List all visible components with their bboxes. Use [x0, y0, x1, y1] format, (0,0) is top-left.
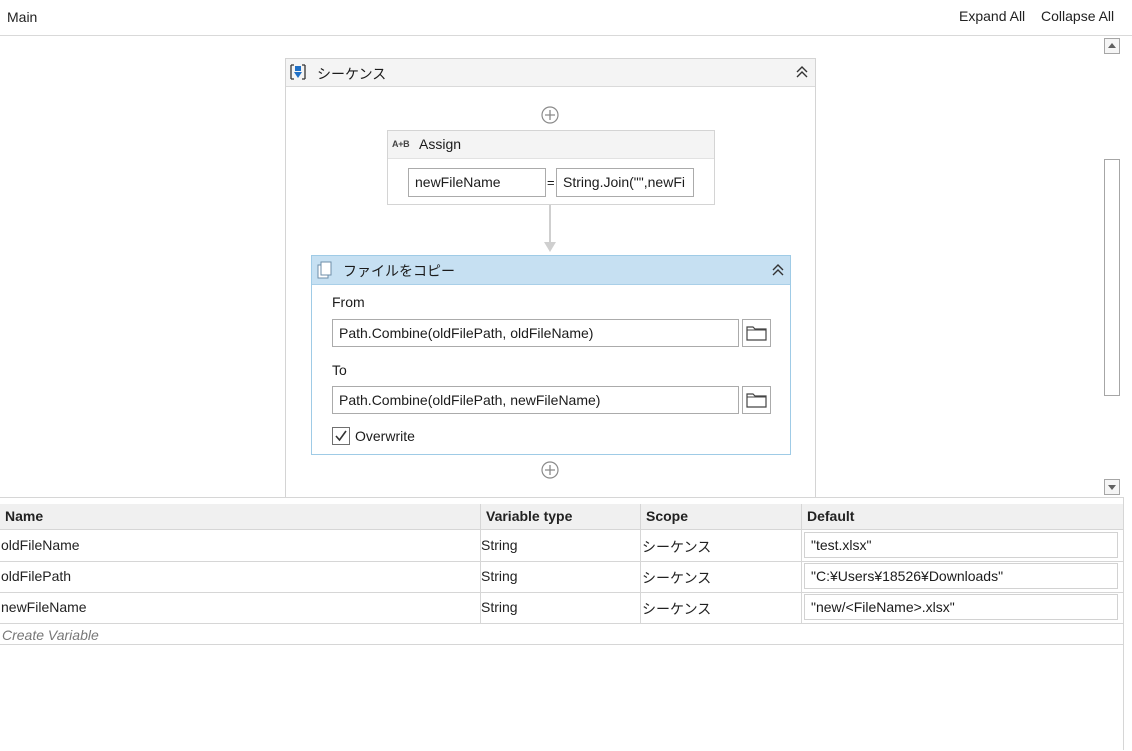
to-label: To: [332, 362, 347, 378]
variable-scope[interactable]: シーケンス: [642, 537, 711, 557]
assign-header[interactable]: A+B Assign: [388, 131, 714, 159]
from-browse-button[interactable]: [742, 319, 771, 347]
column-header-default[interactable]: Default: [807, 508, 854, 524]
copy-file-header[interactable]: ファイルをコピー: [312, 256, 790, 285]
variable-type[interactable]: String: [481, 568, 518, 584]
copy-file-activity[interactable]: ファイルをコピー From Path.Combine(oldFilePath, …: [311, 255, 791, 455]
column-header-name[interactable]: Name: [5, 508, 43, 524]
copy-file-icon: [317, 261, 332, 279]
panel-right-border: [1123, 497, 1124, 750]
to-browse-button[interactable]: [742, 386, 771, 414]
table-row[interactable]: oldFilePath String シーケンス "C:¥Users¥18526…: [0, 561, 1124, 593]
overwrite-checkbox[interactable]: [332, 427, 350, 445]
arrow-up-icon: [1108, 43, 1116, 48]
column-header-scope[interactable]: Scope: [646, 508, 688, 524]
table-row[interactable]: oldFileName String シーケンス "test.xlsx": [0, 530, 1124, 562]
assign-value-field[interactable]: String.Join("",newFi: [556, 168, 694, 197]
designer-header: Main Expand All Collapse All: [0, 0, 1132, 36]
scroll-down-button[interactable]: [1104, 479, 1120, 495]
overwrite-label[interactable]: Overwrite: [355, 428, 415, 444]
assign-equals-sign: =: [547, 175, 555, 190]
sequence-header[interactable]: シーケンス: [286, 59, 815, 87]
assign-title: Assign: [419, 136, 462, 152]
to-path-field[interactable]: Path.Combine(oldFilePath, newFileName): [332, 386, 739, 414]
collapse-chevron-icon[interactable]: [794, 64, 810, 80]
sequence-title: シーケンス: [317, 66, 387, 82]
variable-name[interactable]: oldFilePath: [1, 568, 71, 584]
table-row[interactable]: newFileName String シーケンス "new/<FileName>…: [0, 592, 1124, 624]
copy-file-title: ファイルをコピー: [343, 263, 455, 279]
add-activity-icon[interactable]: [541, 106, 559, 124]
sequence-icon: [290, 64, 306, 80]
variable-name[interactable]: oldFileName: [1, 537, 80, 553]
variable-default-field[interactable]: "new/<FileName>.xlsx": [804, 594, 1118, 620]
connector-arrow-icon: [544, 242, 556, 252]
folder-icon: [746, 326, 767, 341]
variable-default-field[interactable]: "test.xlsx": [804, 532, 1118, 558]
folder-icon: [746, 393, 767, 408]
variable-type[interactable]: String: [481, 537, 518, 553]
breadcrumb[interactable]: Main: [7, 9, 37, 25]
collapse-all-button[interactable]: Collapse All: [1041, 8, 1114, 24]
connector-line: [549, 205, 551, 247]
add-activity-icon[interactable]: [541, 461, 559, 479]
canvas-vertical-scrollbar[interactable]: [1102, 36, 1124, 497]
variables-panel: Name Variable type Scope Default oldFile…: [0, 497, 1124, 751]
expand-all-button[interactable]: Expand All: [959, 8, 1025, 24]
assign-activity[interactable]: A+B Assign newFileName = String.Join("",…: [387, 130, 715, 205]
variable-name[interactable]: newFileName: [1, 599, 87, 615]
column-header-variable-type[interactable]: Variable type: [486, 508, 572, 524]
divider: [0, 644, 1124, 645]
from-path-field[interactable]: Path.Combine(oldFilePath, oldFileName): [332, 319, 739, 347]
scroll-thumb[interactable]: [1104, 159, 1120, 396]
variable-default-field[interactable]: "C:¥Users¥18526¥Downloads": [804, 563, 1118, 589]
variables-header-row: Name Variable type Scope Default: [0, 504, 1124, 530]
variable-scope[interactable]: シーケンス: [642, 568, 711, 588]
create-variable-row[interactable]: Create Variable: [2, 627, 99, 643]
collapse-chevron-icon[interactable]: [770, 262, 786, 278]
variable-scope[interactable]: シーケンス: [642, 599, 711, 619]
checkmark-icon: [335, 430, 347, 442]
from-label: From: [332, 294, 365, 310]
variable-type[interactable]: String: [481, 599, 518, 615]
scroll-up-button[interactable]: [1104, 38, 1120, 54]
arrow-down-icon: [1108, 485, 1116, 490]
assign-to-field[interactable]: newFileName: [408, 168, 546, 197]
assign-icon: A+B: [392, 139, 410, 149]
